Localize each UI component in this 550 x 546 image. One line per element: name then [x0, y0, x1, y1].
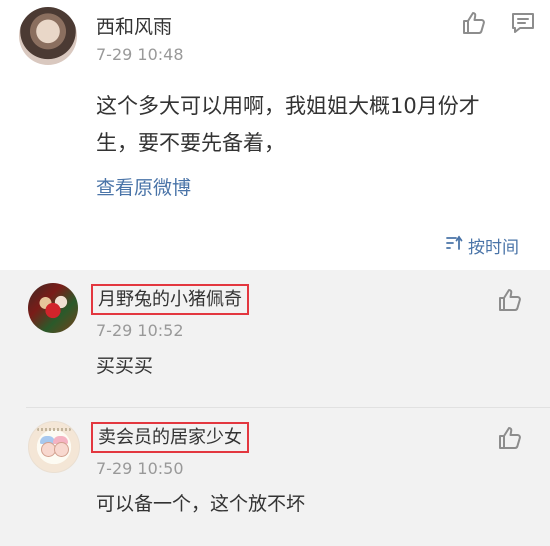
comment-item: 月野兔的小猪佩奇 7-29 10:52 买买买: [0, 270, 550, 408]
thumbs-up-icon[interactable]: [460, 9, 488, 37]
post-timestamp: 7-29 10:48: [96, 45, 184, 64]
comments-list: 月野兔的小猪佩奇 7-29 10:52 买买买 卖会员的居家少女 7-29 10…: [0, 270, 550, 546]
thumbs-up-icon[interactable]: [496, 424, 524, 452]
sort-by-time-button[interactable]: 按时间: [444, 233, 519, 258]
commenter-avatar[interactable]: [28, 283, 78, 333]
view-original-link[interactable]: 查看原微博: [96, 173, 191, 200]
sort-label: 按时间: [468, 238, 519, 258]
commenter-avatar[interactable]: [28, 421, 80, 473]
comment-text: 买买买: [96, 355, 154, 377]
comment-timestamp: 7-29 10:52: [96, 321, 184, 340]
thumbs-up-icon[interactable]: [496, 286, 524, 314]
comment-timestamp: 7-29 10:50: [96, 459, 184, 478]
comment-box-icon[interactable]: [509, 9, 537, 37]
main-post: 西和风雨 7-29 10:48 这个多大可以用啊，我姐姐大概10月份才生，要不要…: [0, 0, 550, 270]
comment-item: 卖会员的居家少女 7-29 10:50 可以备一个，这个放不坏: [0, 408, 550, 546]
commenter-name[interactable]: 卖会员的居家少女: [91, 422, 249, 453]
comment-text: 可以备一个，这个放不坏: [96, 493, 306, 515]
avatar-decoration: [37, 428, 71, 431]
post-author-avatar[interactable]: [19, 7, 77, 65]
avatar-decoration: [54, 442, 69, 457]
post-content: 这个多大可以用啊，我姐姐大概10月份才生，要不要先备着，: [96, 94, 480, 155]
post-author-name[interactable]: 西和风雨: [96, 12, 172, 39]
sort-arrows-icon: [444, 233, 464, 258]
commenter-name[interactable]: 月野兔的小猪佩奇: [91, 284, 249, 315]
